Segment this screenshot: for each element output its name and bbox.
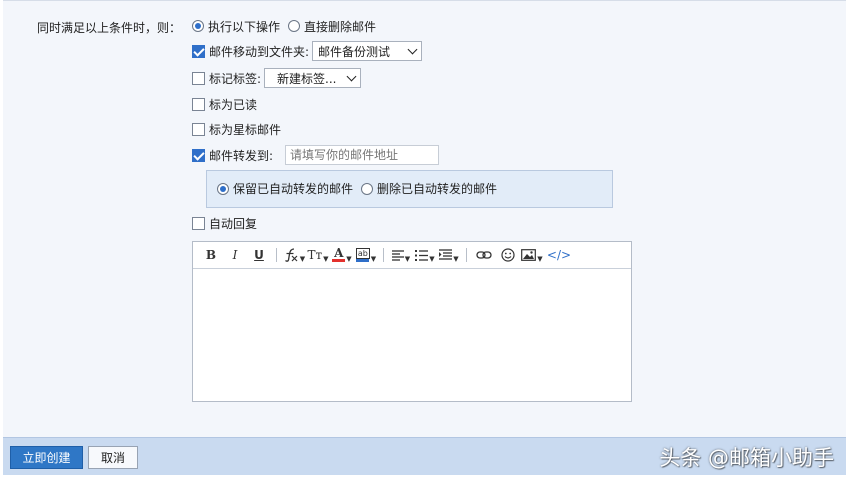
bullet-list-icon[interactable]: ▼	[413, 245, 437, 265]
mark-read-row: 标为已读	[192, 94, 257, 114]
background-color-icon[interactable]: ab ▼	[354, 245, 378, 265]
auto-reply-checkbox[interactable]	[192, 216, 205, 230]
underline-icon[interactable]: U	[247, 245, 271, 265]
mark-read-label[interactable]: 标为已读	[209, 96, 257, 113]
forward-email-input[interactable]	[285, 145, 440, 165]
folder-select-value: 邮件备份测试	[318, 44, 391, 59]
radio-delete-forwarded-label[interactable]: 删除已自动转发的邮件	[377, 180, 497, 197]
radio-delete-directly-label[interactable]: 直接删除邮件	[304, 18, 376, 35]
tag-checkbox[interactable]	[192, 71, 205, 85]
toolbar-divider	[383, 248, 384, 262]
emoji-icon[interactable]	[496, 245, 520, 265]
mark-star-row: 标为星标邮件	[192, 119, 281, 139]
font-size-icon[interactable]: Tт ▼	[306, 245, 330, 265]
radio-delete-forwarded[interactable]	[361, 182, 374, 195]
background-color-swatch	[356, 259, 370, 262]
radio-keep-forwarded-label[interactable]: 保留已自动转发的邮件	[233, 180, 353, 197]
watermark: 头条 @邮箱小助手	[659, 446, 834, 470]
mark-star-label[interactable]: 标为星标邮件	[209, 121, 281, 138]
tag-select-value: 新建标签...	[277, 71, 337, 86]
editor-content-area[interactable]	[193, 269, 631, 401]
bottom-strip	[0, 475, 846, 479]
background-color-glyph: ab	[355, 248, 370, 259]
align-icon[interactable]: ▼	[389, 245, 413, 265]
radio-keep-forwarded[interactable]	[217, 182, 229, 195]
forward-options-box: 保留已自动转发的邮件 删除已自动转发的邮件	[206, 170, 613, 208]
auto-reply-label[interactable]: 自动回复	[209, 215, 257, 232]
link-icon[interactable]	[472, 245, 496, 265]
move-to-folder-row: 邮件移动到文件夹: 邮件备份测试	[192, 41, 423, 61]
radio-execute-actions-label[interactable]: 执行以下操作	[208, 18, 280, 35]
tag-row: 标记标签: 新建标签...	[192, 68, 362, 88]
condition-label: 同时满足以上条件时，则：	[37, 21, 182, 35]
font-color-glyph: A	[334, 246, 344, 260]
chevron-down-icon	[346, 71, 357, 82]
font-color-icon[interactable]: A ▼	[330, 245, 354, 265]
radio-delete-directly[interactable]	[288, 20, 301, 32]
forward-checkbox[interactable]	[192, 148, 205, 162]
code-icon[interactable]: </>	[544, 245, 574, 265]
image-icon[interactable]: ▼	[520, 245, 544, 265]
font-family-icon[interactable]: ▼	[282, 245, 306, 265]
forward-label[interactable]: 邮件转发到:	[209, 147, 273, 164]
move-to-folder-checkbox[interactable]	[192, 44, 205, 58]
move-to-folder-label[interactable]: 邮件移动到文件夹:	[209, 43, 309, 60]
create-button[interactable]: 立即创建	[10, 446, 83, 469]
indent-icon[interactable]: ▼	[437, 245, 461, 265]
tag-select[interactable]: 新建标签...	[264, 68, 362, 88]
bold-icon[interactable]: B	[199, 245, 223, 265]
italic-icon[interactable]: I	[223, 245, 247, 265]
toolbar-divider	[466, 248, 467, 262]
font-size-glyph: Tт	[307, 248, 323, 262]
font-color-swatch	[332, 259, 346, 262]
mode-radio-group: 执行以下操作 直接删除邮件	[192, 16, 376, 36]
mark-star-checkbox[interactable]	[192, 122, 205, 136]
cancel-button[interactable]: 取消	[88, 446, 138, 469]
editor-toolbar: B I U ▼ Tт ▼ A ▼ ab ▼ ▼ ▼ ▼ ▼ </>	[193, 242, 631, 269]
folder-select[interactable]: 邮件备份测试	[312, 41, 423, 61]
radio-execute-actions[interactable]	[192, 20, 204, 32]
toolbar-divider	[276, 248, 277, 262]
tag-label[interactable]: 标记标签:	[209, 70, 261, 87]
auto-reply-editor: B I U ▼ Tт ▼ A ▼ ab ▼ ▼ ▼ ▼ ▼ </>	[192, 241, 632, 402]
forward-row: 邮件转发到:	[192, 145, 440, 165]
chevron-down-icon	[407, 44, 418, 55]
footer-bar: 立即创建 取消 头条 @邮箱小助手	[3, 437, 846, 475]
mark-read-checkbox[interactable]	[192, 97, 205, 111]
auto-reply-row: 自动回复	[192, 213, 257, 233]
